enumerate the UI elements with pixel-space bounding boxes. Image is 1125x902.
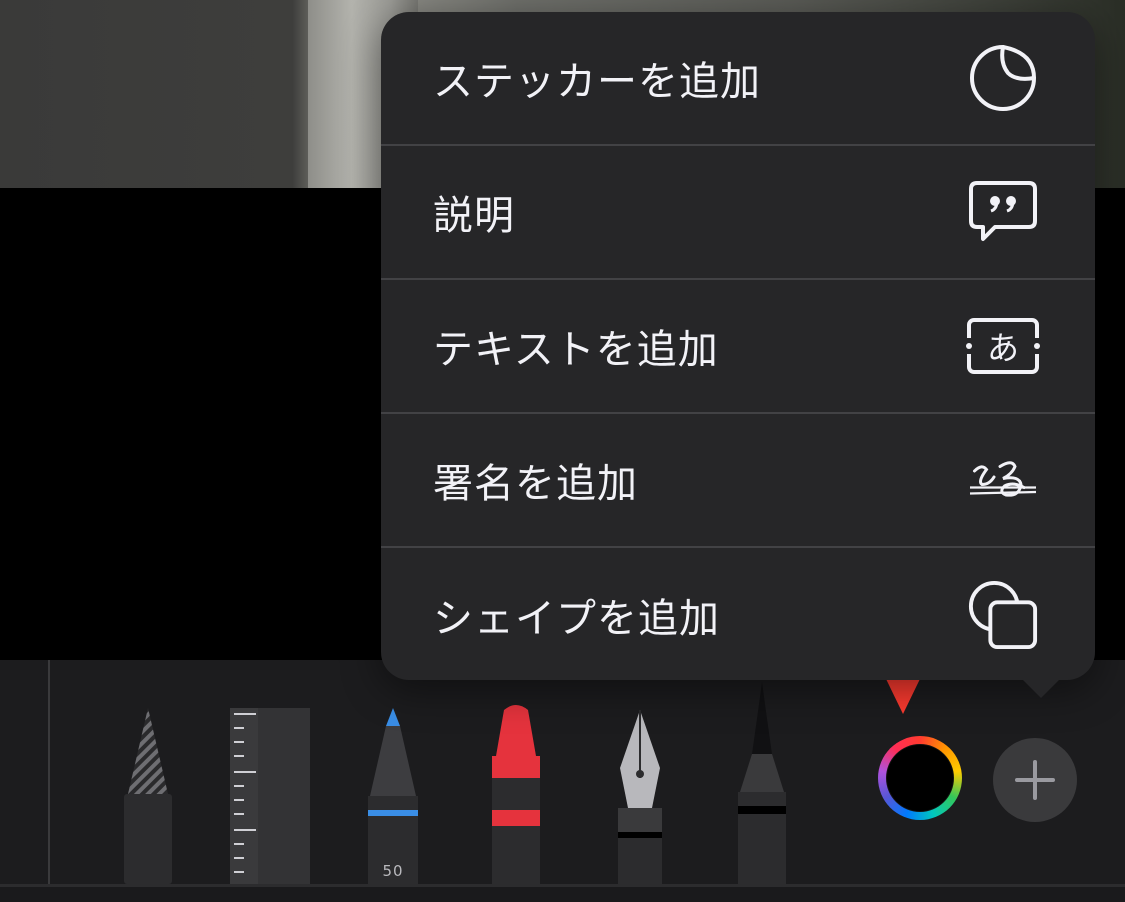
plus-icon: [1015, 760, 1055, 800]
sticker-icon: [967, 42, 1039, 114]
ruler-tool[interactable]: [230, 708, 310, 884]
add-button[interactable]: [993, 738, 1077, 822]
crayon-tool[interactable]: [490, 704, 542, 884]
menu-item-label: 説明: [433, 193, 515, 239]
text-box-icon-glyph: あ: [986, 329, 1019, 367]
menu-item-description[interactable]: 説明: [381, 146, 1095, 280]
shapes-icon: [967, 579, 1039, 651]
text-box-icon: あ: [965, 310, 1041, 382]
add-menu-popover: ステッカーを追加 説明 テキストを追加 あ 署名を追加 シェイプを追加: [381, 12, 1095, 698]
fountain-pen-tool[interactable]: [612, 708, 668, 884]
menu-item-label: シェイプを追加: [433, 596, 720, 642]
brush-tool[interactable]: [736, 682, 788, 884]
menu-item-label: テキストを追加: [433, 327, 719, 373]
menu-item-add-text[interactable]: テキストを追加 あ: [381, 280, 1095, 414]
lasso-tool[interactable]: [120, 706, 176, 884]
menu-item-label: 署名を追加: [433, 461, 638, 507]
menu-item-label: ステッカーを追加: [433, 59, 761, 105]
menu-item-add-signature[interactable]: 署名を追加: [381, 414, 1095, 548]
description-quote-icon: [967, 176, 1039, 248]
pen-width-label: 50: [382, 862, 404, 880]
selected-color-swatch: [887, 745, 953, 811]
pen-tool[interactable]: [366, 706, 420, 884]
signature-icon: [967, 444, 1039, 516]
toolbar-divider: [48, 660, 50, 884]
toolbar-bottom-band: [0, 887, 1125, 902]
menu-item-add-shape[interactable]: シェイプを追加: [381, 548, 1095, 682]
menu-item-add-sticker[interactable]: ステッカーを追加: [381, 12, 1095, 146]
color-picker-button[interactable]: [878, 736, 962, 820]
